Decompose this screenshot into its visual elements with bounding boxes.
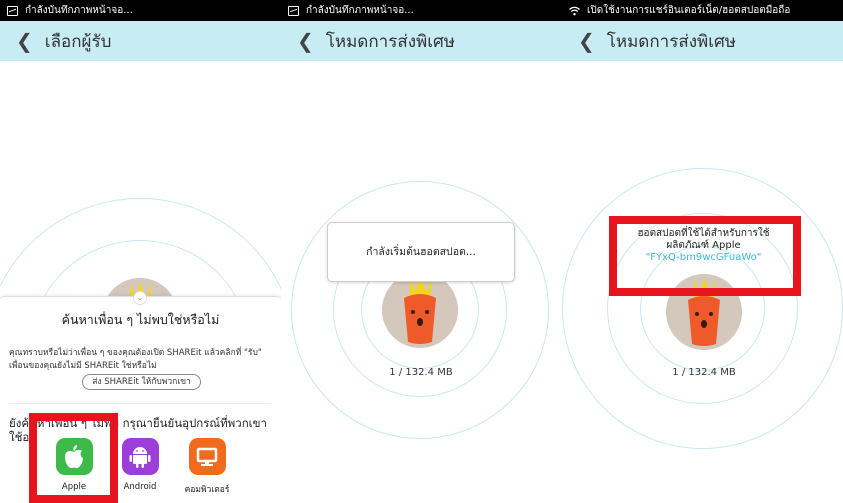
- status-card: กำลังเริ่มต้นฮอตสปอต...: [327, 222, 515, 282]
- progress-text: 1 / 132.4 MB: [672, 367, 736, 378]
- send-shareit-button[interactable]: ส่ง SHAREit ให้กับพวกเขา: [82, 374, 201, 390]
- chevron-down-icon[interactable]: ⌄: [133, 291, 147, 305]
- device-label: Android: [123, 482, 157, 492]
- status-text: กำลังบันทึกภาพหน้าจอ...: [306, 5, 414, 16]
- device-computer[interactable]: คอมพิวเตอร์: [177, 438, 237, 496]
- status-text: กำลังบันทึกภาพหน้าจอ...: [25, 5, 133, 16]
- status-bar: กำลังบันทึกภาพหน้าจอ...: [281, 0, 562, 21]
- sheet-heading: ค้นหาเพื่อน ๆ ไม่พบใช่หรือไม่: [61, 312, 220, 327]
- title-bar: ❮ โหมดการส่งพิเศษ: [562, 21, 843, 61]
- panel-select-receiver: กำลังบันทึกภาพหน้าจอ... ❮ เลือกผู้รับ ⌄ …: [0, 0, 281, 503]
- sheet-description: คุณทราบหรือไม่ว่าเพื่อน ๆ ของคุณต้องเปิด…: [9, 347, 277, 373]
- highlight-box: [609, 216, 801, 296]
- status-bar: เปิดใช้งานการแชร์อินเตอร์เน็ต/ฮอตสปอตมือ…: [562, 0, 843, 21]
- highlight-box: [29, 413, 118, 503]
- page-title: โหมดการส่งพิเศษ: [606, 31, 737, 52]
- progress-text: 1 / 132.4 MB: [389, 367, 453, 378]
- card-text: กำลังเริ่มต้นฮอตสปอต...: [366, 246, 476, 258]
- computer-icon: [188, 438, 226, 475]
- avatar: [382, 272, 458, 348]
- carrot-mascot-icon: [404, 276, 436, 344]
- divider: [9, 403, 271, 404]
- desc-line: คุณทราบหรือไม่ว่าเพื่อน ๆ ของคุณต้องเปิด…: [9, 348, 262, 358]
- back-arrow-icon[interactable]: ❮: [297, 29, 314, 53]
- hotspot-icon: [569, 6, 580, 15]
- panel-hotspot-ready: เปิดใช้งานการแชร์อินเตอร์เน็ต/ฮอตสปอตมือ…: [562, 0, 843, 503]
- desc-line: เพื่อนของคุณยังไม่มี SHAREit ใช่หรือไม่: [9, 361, 157, 371]
- status-bar: กำลังบันทึกภาพหน้าจอ...: [0, 0, 281, 21]
- back-arrow-icon[interactable]: ❮: [578, 29, 595, 53]
- screenshot-icon: [288, 5, 299, 16]
- android-icon: [121, 438, 159, 475]
- status-text: เปิดใช้งานการแชร์อินเตอร์เน็ต/ฮอตสปอตมือ…: [587, 5, 791, 16]
- page-title: เลือกผู้รับ: [44, 31, 112, 52]
- screenshot-icon: [7, 5, 18, 16]
- device-label: คอมพิวเตอร์: [184, 485, 230, 495]
- page-title: โหมดการส่งพิเศษ: [325, 31, 456, 52]
- panel-starting-hotspot: กำลังบันทึกภาพหน้าจอ... ❮ โหมดการส่งพิเศ…: [281, 0, 562, 503]
- title-bar: ❮ เลือกผู้รับ: [0, 21, 281, 61]
- title-bar: ❮ โหมดการส่งพิเศษ: [281, 21, 562, 61]
- back-arrow-icon[interactable]: ❮: [16, 29, 33, 53]
- device-android[interactable]: Android: [110, 438, 170, 492]
